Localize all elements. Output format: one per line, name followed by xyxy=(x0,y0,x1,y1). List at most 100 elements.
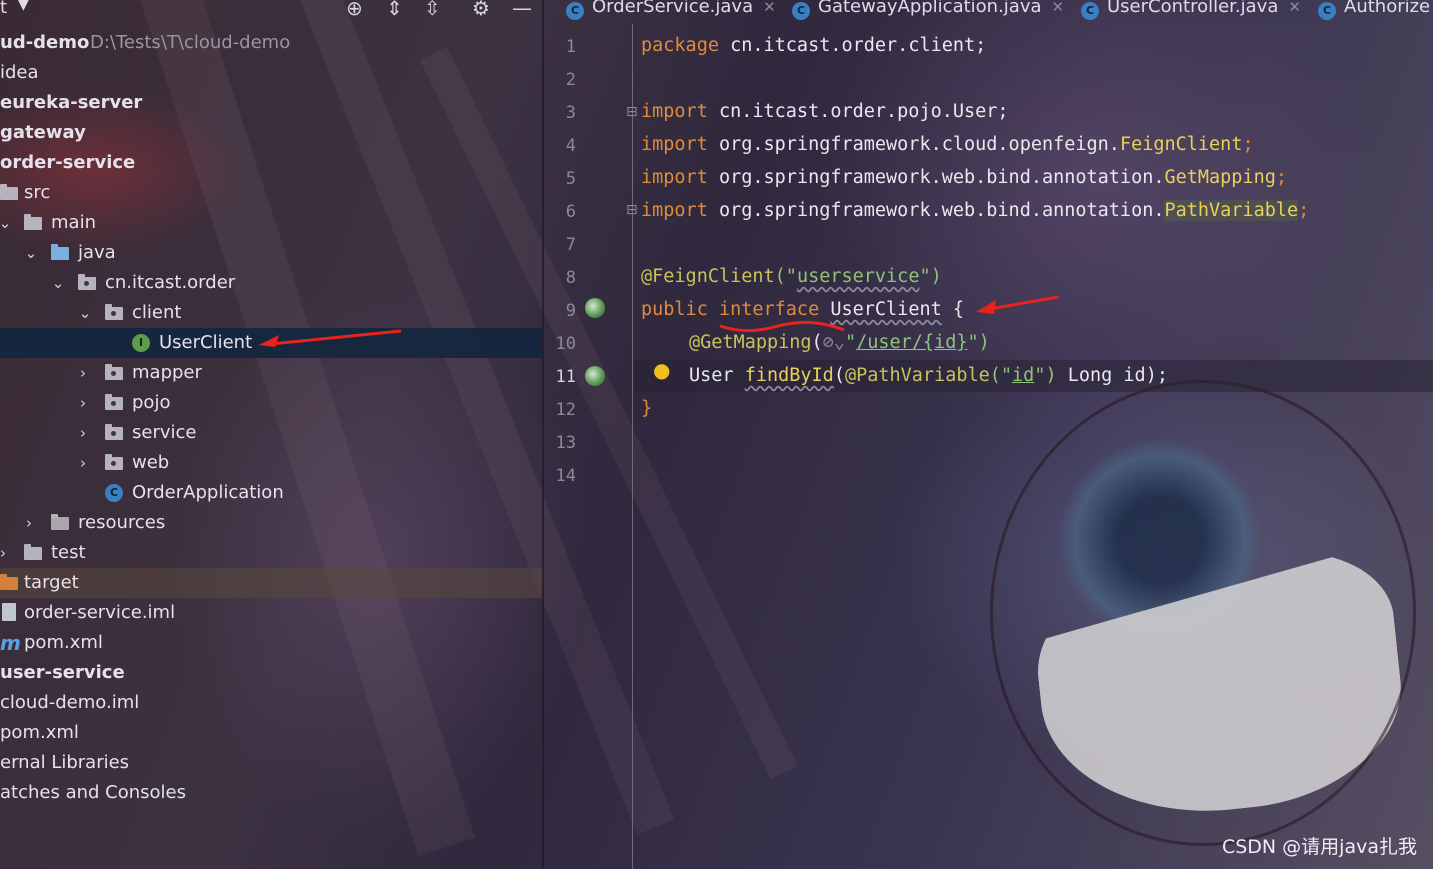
line-number: 12 xyxy=(555,400,576,420)
tree-item-user-service[interactable]: user-service xyxy=(0,658,542,688)
chevron-right-icon[interactable]: › xyxy=(76,358,90,388)
minimize-icon[interactable]: — xyxy=(512,0,532,20)
tree-item-target[interactable]: target xyxy=(0,568,542,598)
chevron-down-icon[interactable]: ⌄ xyxy=(0,208,12,238)
collapse-all-icon[interactable]: ⇳ xyxy=(424,0,441,20)
chevron-right-icon[interactable]: › xyxy=(76,448,90,478)
folder-icon xyxy=(0,184,18,200)
tree-item-resources[interactable]: › resources xyxy=(0,508,542,538)
code-line-11[interactable]: User findById(@PathVariable("id") Long i… xyxy=(689,361,1168,391)
code-line-9[interactable]: public interface UserClient { xyxy=(641,295,964,325)
tree-item-scratches-and-consoles[interactable]: atches and Consoles xyxy=(0,778,542,808)
tree-item-pom-xml[interactable]: m pom.xml xyxy=(0,628,542,658)
tab-usercontroller[interactable]: C UserController.java ✕ xyxy=(1081,0,1301,22)
chevron-down-icon[interactable]: ▼ xyxy=(18,0,29,13)
chevron-right-icon[interactable]: › xyxy=(76,388,90,418)
tree-item-external-libraries[interactable]: ernal Libraries xyxy=(0,748,542,778)
tree-item-mapper[interactable]: › mapper xyxy=(0,358,542,388)
spring-boot-class-icon: C xyxy=(105,484,123,502)
source-folder-icon xyxy=(51,244,69,260)
tree-item-test[interactable]: › test xyxy=(0,538,542,568)
line-number: 10 xyxy=(555,334,576,354)
tree-item-eureka-server[interactable]: eureka-server xyxy=(0,88,542,118)
line-number: 3 xyxy=(565,103,576,123)
chevron-down-icon[interactable]: ⌄ xyxy=(78,298,92,328)
gear-icon[interactable]: ⚙ xyxy=(472,0,490,20)
tree-item-root-pom-xml[interactable]: pom.xml xyxy=(0,718,542,748)
tree-item-orderapplication[interactable]: C OrderApplication xyxy=(0,478,542,508)
iml-file-icon xyxy=(2,603,16,621)
gutter-divider xyxy=(632,24,633,869)
line-number: 2 xyxy=(565,70,576,90)
package-icon xyxy=(105,394,123,410)
close-icon[interactable]: ✕ xyxy=(1052,0,1065,16)
chevron-down-icon[interactable]: ⌄ xyxy=(51,268,65,298)
tree-item-order-service[interactable]: order-service xyxy=(0,148,542,178)
line-number: 6 xyxy=(565,202,576,222)
tree-item-src[interactable]: src xyxy=(0,178,542,208)
tree-item-cloud-demo-iml[interactable]: cloud-demo.iml xyxy=(0,688,542,718)
tree-item-gateway[interactable]: gateway xyxy=(0,118,542,148)
package-icon xyxy=(78,274,96,290)
chevron-down-icon[interactable]: ⌄ xyxy=(24,238,38,268)
resources-folder-icon xyxy=(51,514,69,530)
tree-item-web[interactable]: › web xyxy=(0,448,542,478)
tree-item-idea[interactable]: idea xyxy=(0,58,542,88)
fold-icon[interactable]: ⊟ xyxy=(626,104,638,120)
project-view-title[interactable]: t xyxy=(0,0,7,18)
code-line-4[interactable]: import org.springframework.cloud.openfei… xyxy=(641,130,1254,160)
tab-orderservice[interactable]: C OrderService.java ✕ xyxy=(566,0,776,22)
expand-all-icon[interactable]: ⇕ xyxy=(386,0,403,20)
spring-boot-class-icon: C xyxy=(792,2,810,20)
code-line-8[interactable]: @FeignClient("userservice") xyxy=(641,262,942,292)
web-endpoint-icon[interactable]: ⊘⌄ xyxy=(823,332,845,353)
watermark: CSDN @请用java扎我 xyxy=(1221,836,1417,858)
line-number: 9 xyxy=(565,301,576,321)
project-tool-window: t ▼ ⊕ ⇕ ⇳ ⚙ — ud-demo D:\Tests\T\cloud-d… xyxy=(0,0,542,869)
panel-splitter[interactable] xyxy=(542,0,544,869)
package-icon xyxy=(105,364,123,380)
fold-icon[interactable]: ⊟ xyxy=(626,202,638,218)
package-icon xyxy=(105,304,123,320)
spring-bean-gutter-icon[interactable] xyxy=(585,298,605,318)
tree-item-cn-itcast-order[interactable]: ⌄ cn.itcast.order xyxy=(0,268,542,298)
tab-gatewayapplication[interactable]: C GatewayApplication.java ✕ xyxy=(792,0,1064,22)
lightbulb-icon[interactable]: ● xyxy=(653,358,670,382)
close-icon[interactable]: ✕ xyxy=(1288,0,1301,16)
tree-item-pojo[interactable]: › pojo xyxy=(0,388,542,418)
interface-icon: I xyxy=(132,334,150,352)
crosshair-icon[interactable]: ⊕ xyxy=(346,0,363,20)
package-icon xyxy=(105,424,123,440)
line-number-current: 11 xyxy=(555,367,576,387)
line-number: 7 xyxy=(565,235,576,255)
code-line-3[interactable]: import cn.itcast.order.pojo.User; xyxy=(641,97,1009,127)
chevron-right-icon[interactable]: › xyxy=(76,418,90,448)
chevron-right-icon[interactable]: › xyxy=(0,538,10,568)
folder-icon xyxy=(24,214,42,230)
line-number: 13 xyxy=(555,433,576,453)
line-number: 4 xyxy=(565,136,576,156)
tree-item-service[interactable]: › service xyxy=(0,418,542,448)
tree-item-cloud-demo[interactable]: ud-demo D:\Tests\T\cloud-demo xyxy=(0,28,542,58)
tree-item-main[interactable]: ⌄ main xyxy=(0,208,542,238)
line-number: 1 xyxy=(565,37,576,57)
tree-item-java[interactable]: ⌄ java xyxy=(0,238,542,268)
code-line-5[interactable]: import org.springframework.web.bind.anno… xyxy=(641,163,1287,193)
code-line-12[interactable]: } xyxy=(641,394,652,424)
tab-authorize[interactable]: C Authorize xyxy=(1318,0,1430,22)
tree-item-client[interactable]: ⌄ client xyxy=(0,298,542,328)
tree-item-order-service-iml[interactable]: order-service.iml xyxy=(0,598,542,628)
chevron-right-icon[interactable]: › xyxy=(22,508,36,538)
project-toolbar: t ▼ ⊕ ⇕ ⇳ ⚙ — xyxy=(0,0,542,22)
code-line-1[interactable]: package cn.itcast.order.client; xyxy=(641,31,986,61)
package-icon xyxy=(105,454,123,470)
line-number: 5 xyxy=(565,169,576,189)
spring-bean-gutter-icon[interactable] xyxy=(585,366,605,386)
close-icon[interactable]: ✕ xyxy=(763,0,776,16)
code-line-10[interactable]: @GetMapping(⊘⌄"/user/{id}") xyxy=(689,328,990,358)
folder-icon xyxy=(24,544,42,560)
line-number: 8 xyxy=(565,268,576,288)
module-path: D:\Tests\T\cloud-demo xyxy=(90,32,291,53)
tree-item-userclient[interactable]: I UserClient xyxy=(0,328,542,358)
code-line-6[interactable]: import org.springframework.web.bind.anno… xyxy=(641,196,1309,226)
